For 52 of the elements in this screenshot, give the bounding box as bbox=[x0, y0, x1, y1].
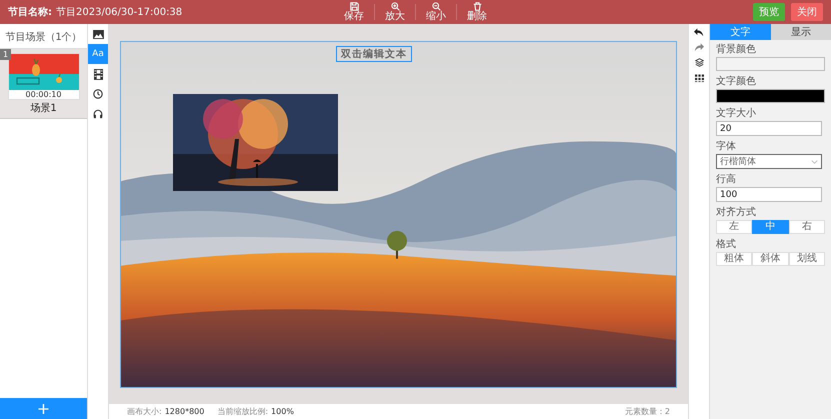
font-dropdown[interactable]: 行楷简体 bbox=[716, 154, 822, 169]
canvas-size: 1280*800 bbox=[164, 407, 204, 416]
zoom-in-icon bbox=[390, 2, 400, 11]
canvas-size-label: 画布大小: bbox=[127, 406, 162, 417]
add-scene-button[interactable]: + bbox=[0, 398, 87, 419]
preview-button[interactable]: 预览 bbox=[753, 3, 786, 21]
field-label: 格式 bbox=[716, 238, 737, 251]
element-count: 元素数量：2 bbox=[624, 406, 670, 417]
input-field[interactable]: 20 bbox=[716, 121, 822, 136]
zoom-ratio: 100% bbox=[271, 407, 294, 416]
program-name-label: 节目名称: bbox=[8, 6, 52, 19]
segment-button[interactable]: 中 bbox=[752, 220, 789, 234]
property-tab[interactable]: 显示 bbox=[770, 24, 831, 40]
field-label: 文字大小 bbox=[716, 106, 757, 120]
close-button[interactable]: 关闭 bbox=[791, 3, 824, 21]
chevron-down-icon bbox=[811, 160, 818, 164]
scene-name: 场景1 bbox=[30, 102, 57, 115]
scene-index-badge: 1 bbox=[0, 49, 12, 60]
grid-icon bbox=[694, 72, 704, 82]
field-label: 背景颜色 bbox=[716, 42, 757, 56]
segment-button[interactable]: 左 bbox=[716, 220, 752, 234]
save-icon bbox=[350, 2, 358, 11]
clock-icon bbox=[93, 89, 103, 99]
color-field[interactable] bbox=[716, 57, 825, 71]
save-button[interactable]: 保存 bbox=[340, 2, 368, 22]
undo-icon bbox=[694, 28, 704, 36]
headphones-icon bbox=[93, 109, 103, 119]
image-icon bbox=[92, 30, 104, 38]
zoom-out-icon bbox=[432, 2, 440, 11]
layers-icon bbox=[694, 58, 704, 66]
zoom-in-button[interactable]: 放大 bbox=[381, 2, 409, 22]
text-tool[interactable]: Aa bbox=[88, 44, 108, 64]
segment-button[interactable]: 划线 bbox=[788, 252, 825, 266]
trash-icon bbox=[472, 2, 482, 11]
zoom-ratio-label: 当前缩放比例: bbox=[217, 406, 268, 417]
delete-button[interactable]: 删除 bbox=[463, 2, 491, 22]
segment-button[interactable]: 右 bbox=[788, 220, 825, 234]
field-label: 对齐方式 bbox=[716, 206, 757, 219]
color-field[interactable] bbox=[716, 89, 825, 103]
segment-button[interactable]: 粗体 bbox=[716, 252, 752, 266]
scene-duration: 00:00:10 bbox=[26, 90, 62, 99]
field-label: 文字颜色 bbox=[716, 74, 757, 88]
field-label: 字体 bbox=[716, 140, 737, 153]
field-label: 行高 bbox=[716, 172, 737, 186]
zoom-out-button[interactable]: 缩小 bbox=[422, 2, 450, 22]
property-tab[interactable]: 文字 bbox=[710, 24, 770, 40]
program-name: 节目2023/06/30-17:00:38 bbox=[56, 6, 182, 19]
input-field[interactable]: 100 bbox=[716, 187, 822, 202]
redo-icon bbox=[694, 42, 704, 52]
film-icon bbox=[94, 68, 102, 80]
segment-button[interactable]: 斜体 bbox=[752, 252, 789, 266]
scene-item[interactable]: 1 00:00:10 场景1 bbox=[0, 49, 87, 119]
